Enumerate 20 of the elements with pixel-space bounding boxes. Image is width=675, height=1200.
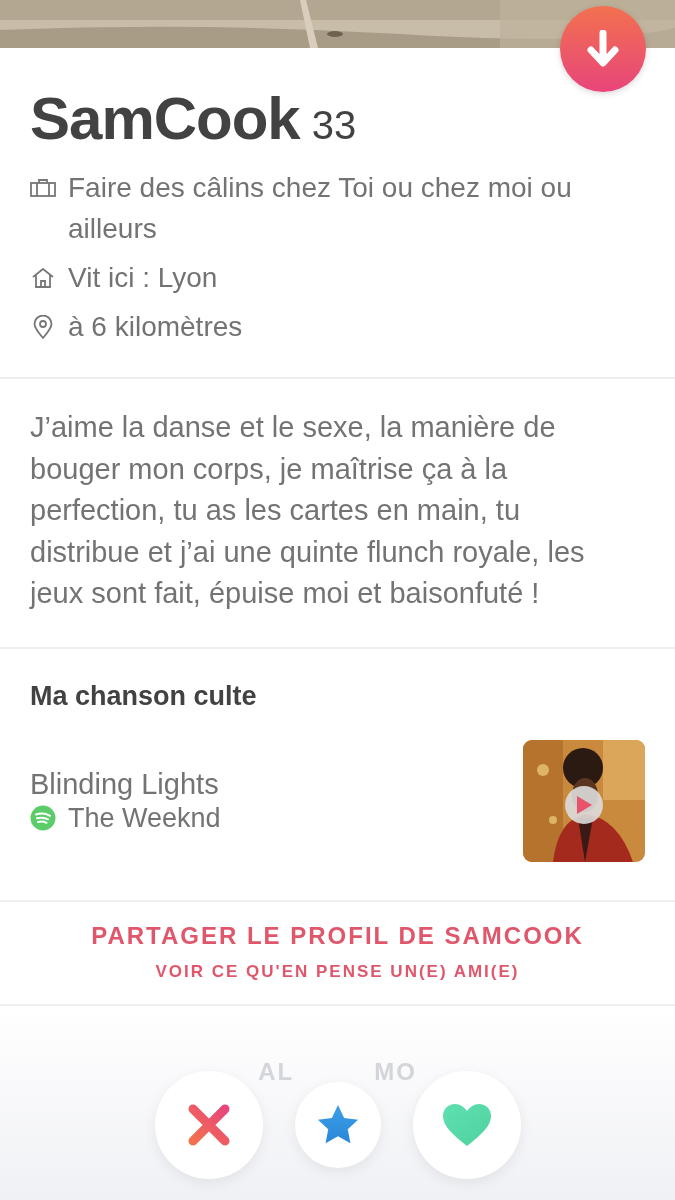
profile-age: 33: [311, 103, 357, 148]
profile-detail: Faire des câlins chez Toi ou chez moi ou ailleurs: [68, 171, 573, 246]
spotify-icon: [30, 805, 56, 831]
collapse-profile-button[interactable]: [560, 6, 646, 92]
artist-name: The Weeknd: [68, 802, 221, 834]
bio-text: J’aime la danse et le sexe, la manière de bouger mon corps, je maîtrise ça à la perfection, tu as les cartes en main, tu distribue et j’ai une quinte flunch royale, les jeux sont fait, épuise moi et baisonfuté !: [30, 410, 586, 611]
profile-name: SamCook: [30, 84, 300, 153]
song-title: Blinding Lights: [30, 767, 220, 801]
briefcase-icon: [30, 178, 56, 197]
ask-friend-link[interactable]: VOIR CE QU'EN PENSE UN(E) AMI(E): [155, 961, 520, 982]
play-icon: [575, 794, 593, 815]
share-profile-link[interactable]: PARTAGER LE PROFIL DE SAMCOOK: [91, 921, 584, 950]
house-icon: [32, 267, 54, 288]
close-icon: [186, 1103, 231, 1147]
profile-detail: Vit ici : Lyon: [68, 261, 218, 295]
profile-detail: à 6 kilomètres: [68, 310, 243, 344]
location-pin-icon: [33, 314, 53, 339]
arrow-down-icon: [585, 30, 621, 68]
section-title: Ma chanson culte: [30, 680, 258, 712]
heart-icon: [441, 1103, 492, 1147]
